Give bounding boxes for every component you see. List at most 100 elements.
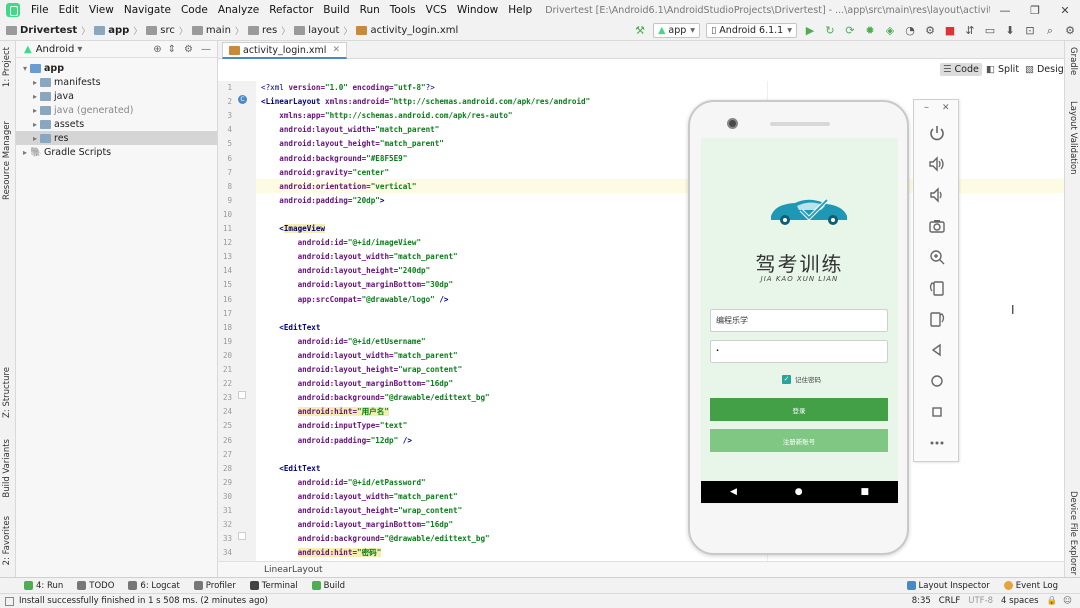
rotate-right-icon[interactable]	[928, 310, 946, 328]
menu-code[interactable]: Code	[176, 4, 213, 16]
tool-tab-terminal[interactable]: Terminal	[249, 581, 298, 591]
zoom-in-icon[interactable]	[928, 248, 946, 266]
menu-edit[interactable]: Edit	[54, 4, 84, 16]
settings-icon[interactable]: ⚙	[1061, 23, 1079, 39]
nav-home-icon[interactable]: ●	[795, 487, 803, 497]
code-line[interactable]: android:background="#E8F5E9"	[261, 152, 407, 166]
chevron-down-icon[interactable]: ▾	[20, 64, 30, 73]
volume-down-icon[interactable]	[928, 186, 946, 204]
line-separator[interactable]: CRLF	[939, 596, 960, 606]
menu-analyze[interactable]: Analyze	[213, 4, 264, 16]
code-line[interactable]: android:id="@+id/imageView"	[261, 236, 421, 250]
code-line[interactable]: <EditText	[261, 321, 320, 335]
volume-up-icon[interactable]	[928, 155, 946, 173]
code-line[interactable]: <LinearLayout xmlns:android="http://sche…	[261, 95, 590, 109]
split-mode-button[interactable]: ◧ Split	[983, 63, 1022, 76]
tool-tab-favorites[interactable]: 2: Favorites	[2, 516, 12, 565]
status-toggle-icon[interactable]	[5, 596, 14, 606]
breadcrumb-file[interactable]: activity_login.xml	[370, 25, 458, 36]
collapse-all-icon[interactable]: ⇕	[168, 44, 176, 55]
menu-build[interactable]: Build	[318, 4, 354, 16]
xml-breadcrumb[interactable]: LinearLayout	[218, 561, 1064, 577]
overview-icon[interactable]	[928, 403, 946, 421]
sync-gradle-icon[interactable]: ⇵	[961, 23, 979, 39]
color-swatch-icon[interactable]	[238, 532, 246, 540]
password-input[interactable]: ·	[710, 340, 888, 363]
apply-changes-icon[interactable]: ↻	[821, 23, 839, 39]
rotate-left-icon[interactable]	[928, 279, 946, 297]
locate-icon[interactable]: ⊕	[153, 44, 161, 55]
nav-recents-icon[interactable]: ■	[861, 487, 870, 497]
login-button[interactable]: 登录	[710, 398, 888, 421]
caret-position[interactable]: 8:35	[912, 596, 931, 606]
breadcrumb-app[interactable]: app	[108, 25, 129, 36]
code-line[interactable]: android:background="@drawable/edittext_b…	[261, 532, 490, 546]
tree-item-java[interactable]: ▸ java	[16, 89, 217, 103]
menu-navigate[interactable]: Navigate	[119, 4, 176, 16]
code-line[interactable]: android:hint="密码"	[261, 546, 382, 560]
avd-manager-icon[interactable]: ▭	[981, 23, 999, 39]
minimize-icon[interactable]: –	[924, 102, 929, 113]
status-message[interactable]: Install successfully finished in 1 s 508…	[19, 596, 912, 606]
close-icon[interactable]: ✕	[942, 103, 950, 113]
notifications-icon[interactable]: ☺	[1063, 596, 1072, 606]
breadcrumb-layout[interactable]: layout	[308, 25, 339, 36]
hide-panel-icon[interactable]: —	[201, 44, 211, 55]
tool-tab-project[interactable]: 1: Project	[2, 47, 12, 87]
indent-setting[interactable]: 4 spaces	[1001, 596, 1038, 606]
register-button[interactable]: 注册新账号	[710, 429, 888, 452]
nav-back-icon[interactable]: ◀	[730, 487, 737, 497]
tree-item-manifests[interactable]: ▸ manifests	[16, 75, 217, 89]
gear-icon[interactable]: ⚙	[184, 44, 193, 55]
apply-code-changes-icon[interactable]: ⟳	[841, 23, 859, 39]
layout-inspector-icon[interactable]: ⊡	[1021, 23, 1039, 39]
menu-vcs[interactable]: VCS	[421, 4, 452, 16]
tool-tab-device-file-explorer[interactable]: Device File Explorer	[1068, 491, 1078, 575]
code-line[interactable]: android:layout_height="wrap_content"	[261, 504, 463, 518]
menu-window[interactable]: Window	[452, 4, 503, 16]
camera-icon[interactable]	[928, 217, 946, 235]
tool-tab-profiler[interactable]: Profiler	[193, 581, 236, 591]
code-line[interactable]: xmlns:app="http://schemas.android.com/ap…	[261, 109, 512, 123]
search-icon[interactable]: ⌕	[1041, 23, 1059, 39]
color-swatch-icon[interactable]	[238, 391, 246, 399]
tool-tab-logcat[interactable]: 6: Logcat	[128, 581, 180, 591]
code-line[interactable]: android:id="@+id/etPassword"	[261, 476, 426, 490]
home-icon[interactable]	[928, 372, 946, 390]
emulator-screen[interactable]: 驾考训练 JIA KAO XUN LIAN 编程乐学 · ✓ 记住密码 登录 注…	[701, 138, 898, 504]
menu-view[interactable]: View	[84, 4, 119, 16]
back-icon[interactable]	[928, 341, 946, 359]
tree-item-assets[interactable]: ▸ assets	[16, 117, 217, 131]
chevron-down-icon[interactable]: ▾	[77, 44, 82, 55]
power-icon[interactable]	[928, 124, 946, 142]
debug-icon[interactable]: ✹	[861, 23, 879, 39]
code-line[interactable]: android:layout_width="match_parent"	[261, 123, 439, 137]
tool-tab-layout-inspector[interactable]: Layout Inspector	[906, 581, 990, 591]
code-line[interactable]: android:layout_width="match_parent"	[261, 349, 458, 363]
code-line[interactable]: android:layout_height="wrap_content"	[261, 363, 463, 377]
chevron-right-icon[interactable]: ▸	[30, 134, 40, 143]
chevron-right-icon[interactable]: ▸	[30, 78, 40, 87]
code-line[interactable]: android:hint="用户名"	[261, 405, 389, 419]
code-line[interactable]: android:orientation="vertical"	[261, 180, 416, 194]
tool-tab-event-log[interactable]: Event Log	[1003, 581, 1058, 591]
code-line[interactable]: android:id="@+id/etUsername"	[261, 335, 426, 349]
minimize-icon[interactable]: —	[990, 4, 1020, 17]
code-line[interactable]: android:padding="12dp" />	[261, 434, 412, 448]
close-tab-icon[interactable]: ✕	[332, 45, 340, 55]
tree-item-gradle-scripts[interactable]: ▸ 🐘 Gradle Scripts	[16, 145, 217, 159]
chevron-right-icon[interactable]: ▸	[30, 106, 40, 115]
activity-link-icon[interactable]: C	[238, 95, 247, 104]
tab-activity-login[interactable]: activity_login.xml ✕	[222, 42, 347, 59]
tool-tab-structure[interactable]: Z: Structure	[2, 367, 12, 418]
attach-debugger-icon[interactable]: ⚙	[921, 23, 939, 39]
username-input[interactable]: 编程乐学	[710, 309, 888, 332]
code-line[interactable]: android:background="@drawable/edittext_b…	[261, 391, 490, 405]
hammer-icon[interactable]: ⚒	[631, 23, 649, 39]
code-line[interactable]: android:layout_width="match_parent"	[261, 490, 458, 504]
menu-run[interactable]: Run	[355, 4, 385, 16]
code-line[interactable]: android:layout_width="match_parent"	[261, 250, 458, 264]
code-line[interactable]: app:srcCompat="@drawable/logo" />	[261, 293, 449, 307]
breadcrumb-project[interactable]: Drivertest	[20, 25, 77, 36]
breadcrumb-main[interactable]: main	[206, 25, 231, 36]
